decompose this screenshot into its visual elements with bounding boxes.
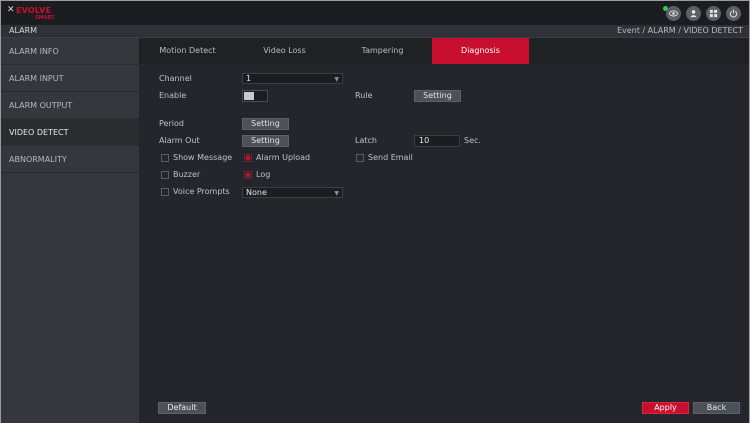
latch-label: Latch (355, 136, 377, 145)
top-bar: ✕ EVOLVE SMART (1, 1, 749, 25)
title-bar: ALARM Event / ALARM / VIDEO DETECT (1, 25, 749, 38)
rule-setting-button[interactable]: Setting (414, 90, 461, 102)
tab-bar: Motion Detect Video Loss Tampering Diagn… (139, 38, 749, 64)
logo-brand: EVOLVE (16, 6, 52, 15)
toggle-knob (244, 92, 254, 100)
period-label: Period (159, 119, 184, 128)
channel-value: 1 (246, 74, 252, 83)
apply-button[interactable]: Apply (642, 402, 689, 414)
power-icon[interactable] (726, 6, 741, 21)
voice-prompts-label: Voice Prompts (173, 187, 230, 196)
tab-label: Tampering (361, 46, 404, 55)
tab-diagnosis[interactable]: Diagnosis (432, 38, 529, 64)
enable-toggle[interactable] (242, 90, 268, 102)
default-button[interactable]: Default (158, 402, 206, 414)
sidebar-item-label: ALARM OUTPUT (9, 101, 73, 110)
sidebar-item-alarm-output[interactable]: ALARM OUTPUT (1, 92, 139, 119)
brand-logo: ✕ EVOLVE SMART (7, 5, 59, 21)
logo-sub: SMART (35, 15, 55, 21)
enable-label: Enable (159, 91, 187, 100)
main-content: Motion Detect Video Loss Tampering Diagn… (139, 38, 749, 423)
eye-icon[interactable] (666, 6, 681, 21)
alarm-upload-checkbox[interactable] (244, 154, 252, 162)
back-button[interactable]: Back (693, 402, 740, 414)
period-setting-button[interactable]: Setting (242, 118, 289, 130)
breadcrumb[interactable]: Event / ALARM / VIDEO DETECT (617, 26, 743, 35)
alarm-upload-label: Alarm Upload (256, 153, 311, 162)
tab-label: Diagnosis (461, 46, 500, 55)
send-email-checkbox[interactable] (356, 154, 364, 162)
show-message-checkbox[interactable] (161, 154, 169, 162)
page-title: ALARM (9, 26, 38, 35)
buzzer-label: Buzzer (173, 170, 201, 179)
channel-label: Channel (159, 74, 192, 83)
log-label: Log (256, 170, 271, 179)
sidebar: ALARM INFO ALARM INPUT ALARM OUTPUT VIDE… (1, 38, 139, 423)
tab-tampering[interactable]: Tampering (333, 38, 432, 64)
sidebar-item-label: VIDEO DETECT (9, 128, 69, 137)
tab-label: Motion Detect (159, 46, 216, 55)
latch-input[interactable]: 10 (414, 135, 460, 147)
sidebar-item-alarm-info[interactable]: ALARM INFO (1, 38, 139, 65)
sidebar-item-alarm-input[interactable]: ALARM INPUT (1, 65, 139, 92)
show-message-label: Show Message (173, 153, 233, 162)
rule-label: Rule (355, 91, 373, 100)
sidebar-item-video-detect[interactable]: VIDEO DETECT (1, 119, 139, 146)
voice-prompts-value: None (246, 188, 267, 197)
sidebar-item-label: ALARM INFO (9, 47, 59, 56)
tab-label: Video Loss (263, 46, 306, 55)
alarm-out-label: Alarm Out (159, 136, 200, 145)
send-email-label: Send Email (368, 153, 413, 162)
chevron-down-icon: ▼ (334, 190, 339, 197)
chevron-down-icon: ▼ (334, 76, 339, 83)
log-checkbox[interactable] (244, 171, 252, 179)
sidebar-item-abnormality[interactable]: ABNORMALITY (1, 146, 139, 173)
sidebar-item-label: ALARM INPUT (9, 74, 64, 83)
grid-icon[interactable] (706, 6, 721, 21)
tab-video-loss[interactable]: Video Loss (236, 38, 333, 64)
alarm-out-setting-button[interactable]: Setting (242, 135, 289, 147)
buzzer-checkbox[interactable] (161, 171, 169, 179)
channel-select[interactable]: 1 ▼ (242, 73, 343, 84)
voice-prompts-checkbox[interactable] (161, 188, 169, 196)
voice-prompts-select[interactable]: None ▼ (242, 187, 343, 198)
sidebar-item-label: ABNORMALITY (9, 155, 67, 164)
logo-mark: ✕ (7, 5, 15, 15)
user-icon[interactable] (686, 6, 701, 21)
latch-unit: Sec. (464, 136, 481, 145)
tab-motion-detect[interactable]: Motion Detect (139, 38, 236, 64)
